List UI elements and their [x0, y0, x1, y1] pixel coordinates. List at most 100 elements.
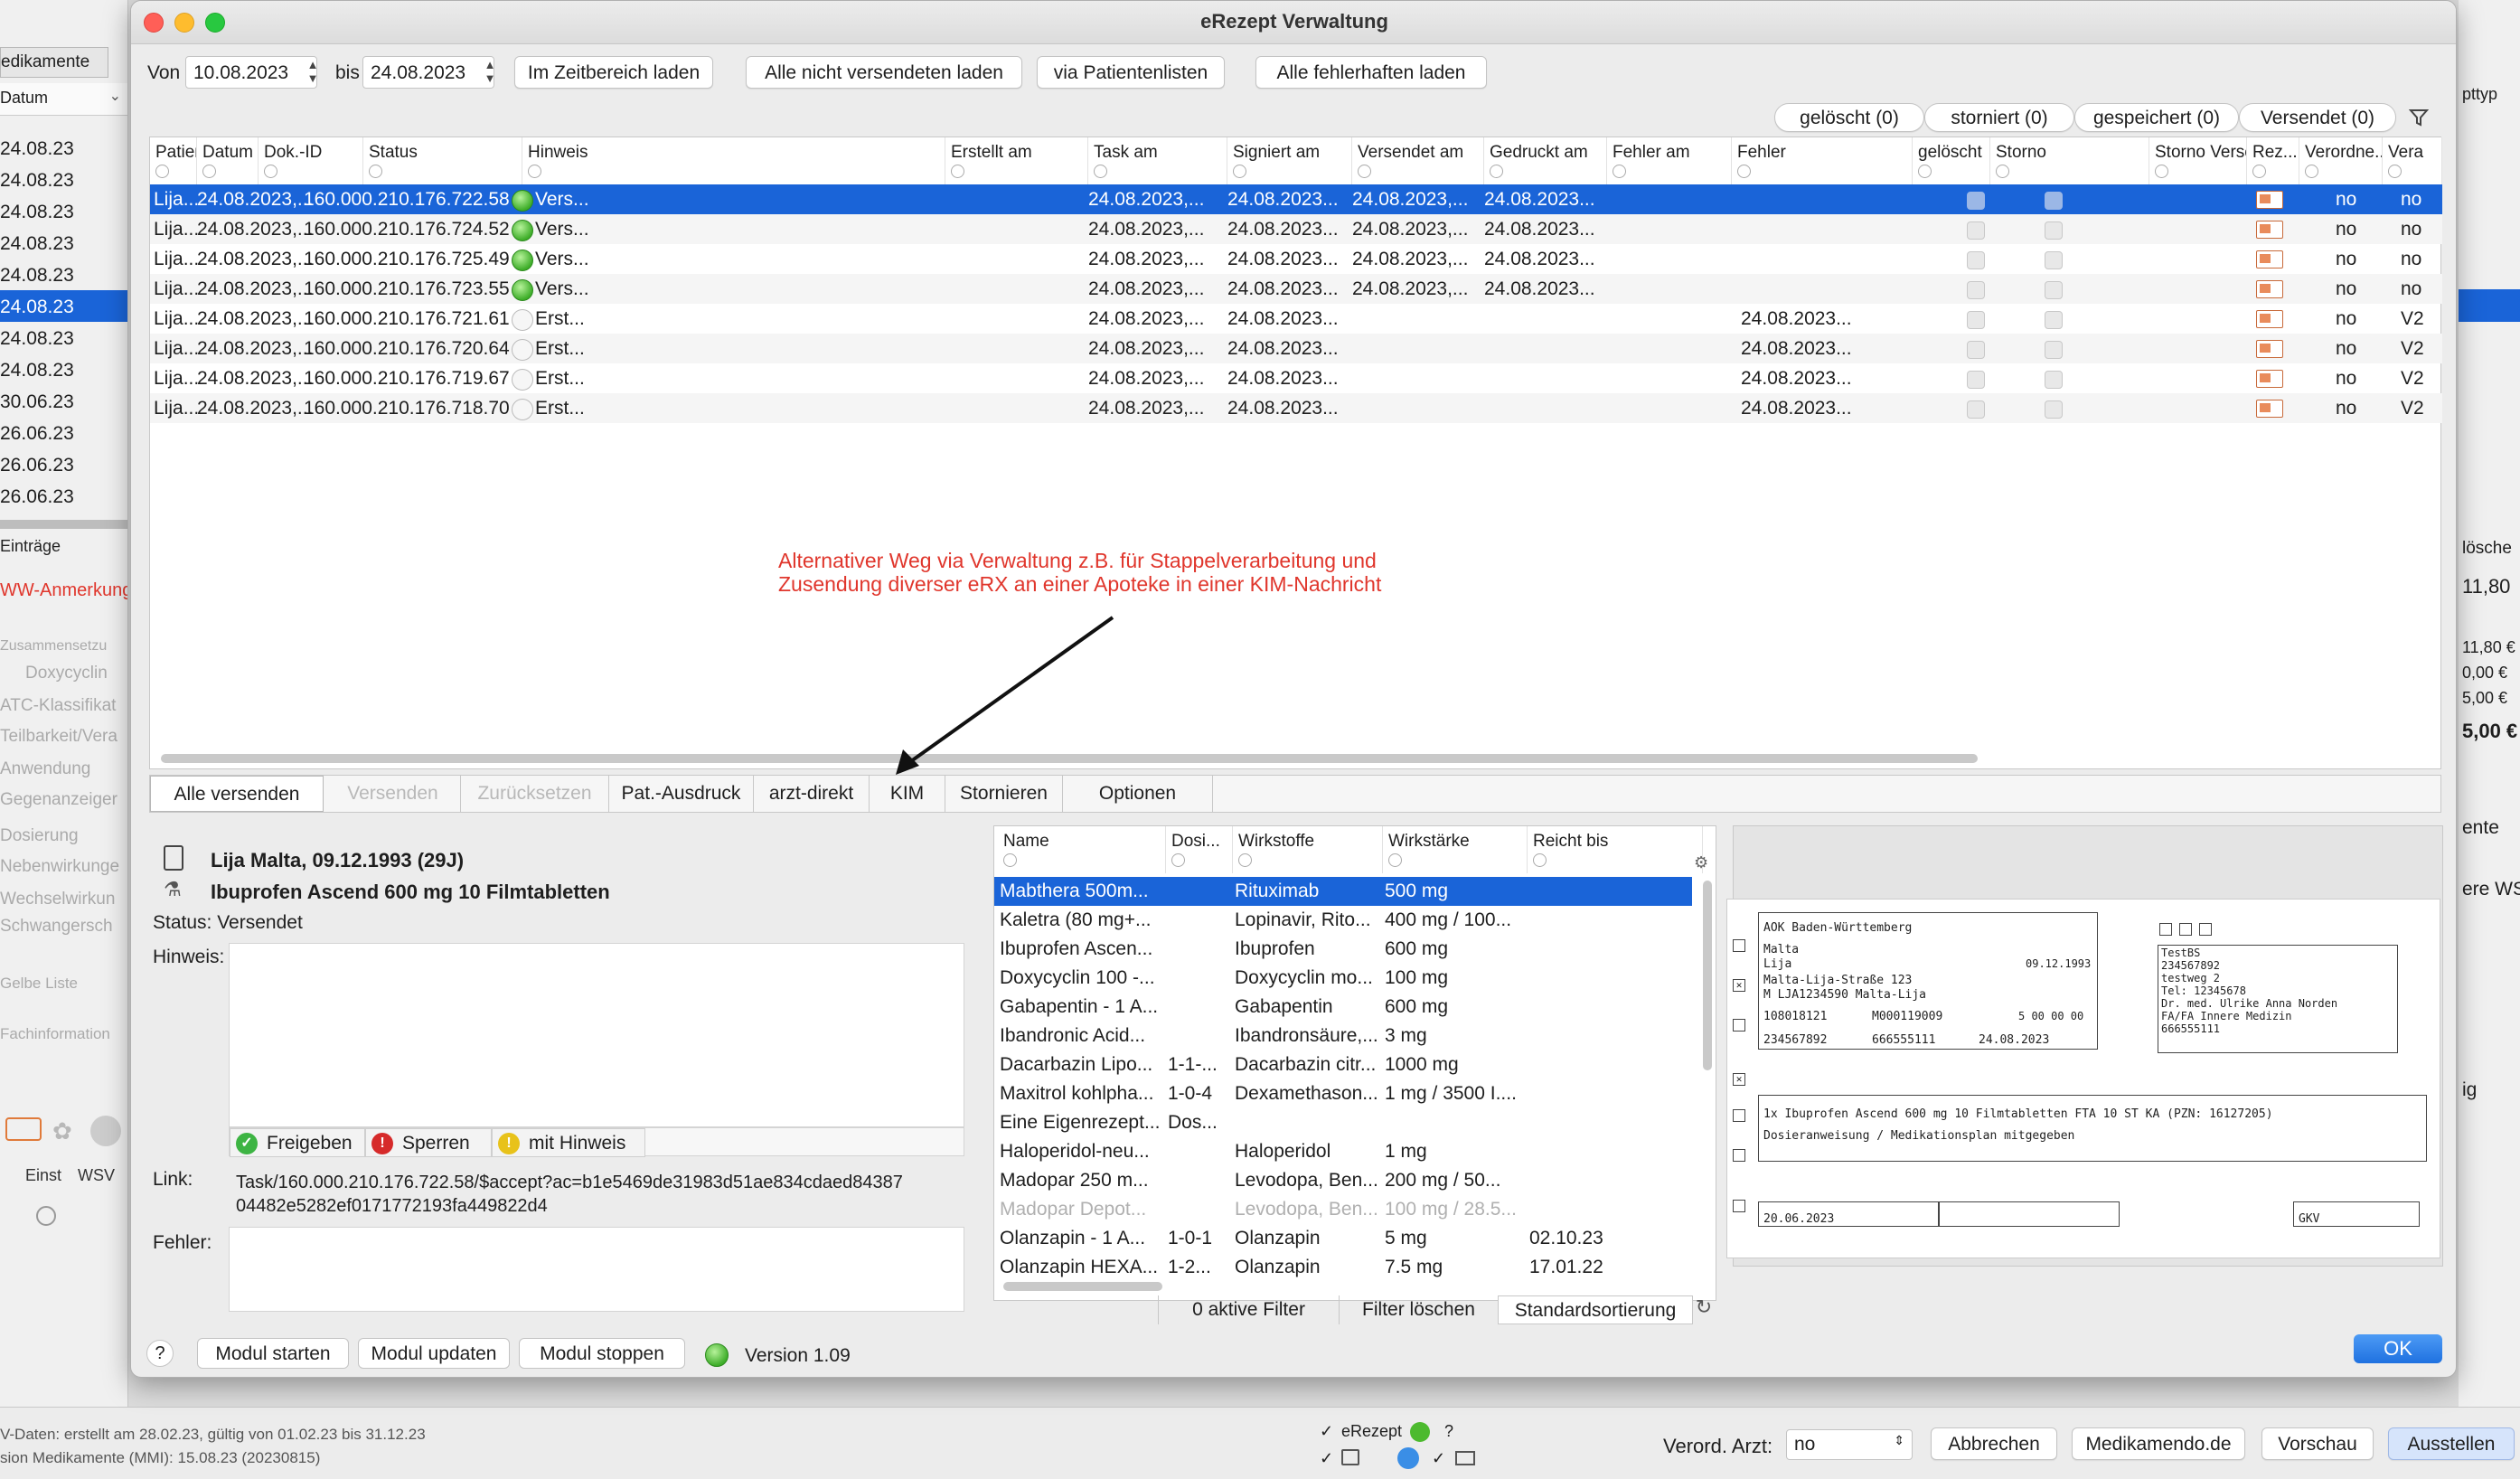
refresh-icon[interactable]: ↻ — [1691, 1295, 1716, 1324]
med-column-header[interactable]: Wirkstoffe — [1233, 826, 1383, 873]
row-checkbox[interactable] — [1967, 400, 1985, 419]
filter-cancelled-chip[interactable]: storniert (0) — [1924, 103, 2074, 132]
cancel-prescription-button[interactable]: Stornieren — [945, 776, 1063, 812]
link-line-1[interactable]: Task/160.000.210.176.722.58/$accept?ac=b… — [236, 1173, 903, 1193]
date-item[interactable]: 24.08.23 — [0, 322, 127, 353]
table-row[interactable]: Lija... 24.08.2023,... 160.000.210.176.719… — [150, 363, 2442, 393]
column-header[interactable]: Erstellt am — [945, 137, 1088, 184]
hinweis-textarea[interactable] — [229, 943, 964, 1127]
table-row[interactable]: Lija... 24.08.2023,... 160.000.210.176.723… — [150, 274, 2442, 304]
column-filter-icon[interactable] — [528, 165, 541, 178]
ausstellen-button[interactable]: Ausstellen — [2388, 1427, 2515, 1460]
row-checkbox[interactable] — [2045, 400, 2063, 419]
column-header[interactable]: Signiert am — [1227, 137, 1352, 184]
med-row[interactable]: Dacarbazin Lipo... 1-1-... Dacarbazin citr… — [994, 1050, 1692, 1079]
link-line-2[interactable]: 04482e5282ef0171772193fa449822d4 — [236, 1196, 548, 1217]
med-row[interactable]: Ibandronic Acid... Ibandronsäure,... 3 mg — [994, 1022, 1692, 1050]
module-update-button[interactable]: Modul updaten — [358, 1338, 510, 1369]
column-filter-icon[interactable] — [1613, 165, 1626, 178]
column-filter-icon[interactable] — [1737, 165, 1751, 178]
send-button[interactable]: Versenden — [325, 776, 461, 812]
column-filter-icon[interactable] — [264, 165, 277, 178]
help-button[interactable]: ? — [146, 1340, 174, 1367]
med-row[interactable]: Olanzapin - 1 A... 1-0-1 Olanzapin 5 mg 02.1… — [994, 1224, 1692, 1253]
to-date-stepper[interactable]: ▲ ▼ — [482, 56, 498, 89]
med-column-header[interactable]: Dosi... — [1166, 826, 1233, 873]
row-checkbox[interactable] — [1967, 251, 1985, 269]
ww-anmerkung-label[interactable]: WW-Anmerkung — [0, 580, 127, 601]
med-column-header[interactable]: Reicht bis — [1528, 826, 1703, 873]
column-filter-icon[interactable] — [1238, 853, 1252, 867]
medication-horizontal-scrollbar[interactable] — [1003, 1282, 1162, 1291]
date-item[interactable]: 30.06.23 — [0, 385, 127, 417]
med-column-header[interactable]: Wirkstärke — [1383, 826, 1528, 873]
row-checkbox[interactable] — [2045, 341, 2063, 359]
minus-circle-icon[interactable] — [36, 1206, 56, 1226]
edit-icon[interactable] — [5, 1117, 42, 1141]
column-filter-icon[interactable] — [1388, 853, 1402, 867]
med-row[interactable]: Maxitrol kohlpha... 1-0-4 Dexamethason... 1… — [994, 1079, 1692, 1108]
column-header[interactable]: Vera — [2383, 137, 2442, 184]
prescription-icon[interactable] — [2256, 400, 2283, 418]
patient-print-button[interactable]: Pat.-Ausdruck — [609, 776, 754, 812]
med-row[interactable]: Kaletra (80 mg+... Lopinavir, Rito... 400 … — [994, 906, 1692, 935]
row-checkbox[interactable] — [1967, 192, 1985, 210]
globe-icon[interactable] — [90, 1116, 121, 1146]
prescription-icon[interactable] — [2256, 370, 2283, 388]
vorschau-button[interactable]: Vorschau — [2261, 1427, 2374, 1460]
from-date-stepper[interactable]: ▲ ▼ — [305, 56, 321, 89]
date-item[interactable]: 26.06.23 — [0, 417, 127, 448]
column-header[interactable]: Hinweis — [522, 137, 945, 184]
date-item[interactable]: 24.08.23 — [0, 195, 127, 227]
filter-saved-chip[interactable]: gespeichert (0) — [2074, 103, 2239, 132]
column-filter-icon[interactable] — [1490, 165, 1503, 178]
column-filter-icon[interactable] — [369, 165, 382, 178]
med-row-selected[interactable]: Mabthera 500m... Rituximab 500 mg — [994, 877, 1692, 906]
column-filter-icon[interactable] — [2305, 165, 2318, 178]
column-header[interactable]: gelöscht — [1913, 137, 1990, 184]
module-start-button[interactable]: Modul starten — [197, 1338, 349, 1369]
wsv-tab[interactable]: WSV — [78, 1166, 127, 1185]
default-sort-button[interactable]: Standardsortierung — [1498, 1295, 1693, 1324]
med-column-header[interactable]: Name — [998, 826, 1166, 873]
column-filter-icon[interactable] — [1171, 853, 1185, 867]
med-row[interactable]: Eine Eigenrezept... Dos... — [994, 1108, 1692, 1137]
prescription-icon[interactable] — [2256, 250, 2283, 268]
table-row[interactable]: Lija... 24.08.2023,... 160.000.210.176.724… — [150, 214, 2442, 244]
column-header[interactable]: Fehler — [1732, 137, 1913, 184]
med-row[interactable]: Madopar 250 m... Levodopa, Ben... 200 mg /… — [994, 1166, 1692, 1195]
medikamendo-button[interactable]: Medikamendo.de — [2072, 1427, 2245, 1460]
column-filter-icon[interactable] — [1996, 165, 2009, 178]
table-row[interactable]: Lija... 24.08.2023,... 160.000.210.176.725… — [150, 244, 2442, 274]
column-header[interactable]: Task am — [1088, 137, 1227, 184]
column-header[interactable]: Gedruckt am — [1484, 137, 1607, 184]
abbrechen-button[interactable]: Abbrechen — [1931, 1427, 2057, 1460]
options-button[interactable]: Optionen — [1063, 776, 1213, 812]
table-row[interactable]: Lija... 24.08.2023,... 160.000.210.176.720… — [150, 334, 2442, 363]
date-item[interactable]: 26.06.23 — [0, 448, 127, 480]
load-errors-button[interactable]: Alle fehlerhaften laden — [1255, 56, 1487, 89]
row-checkbox[interactable] — [2045, 371, 2063, 389]
med-row[interactable]: Gabapentin - 1 A... Gabapentin 600 mg — [994, 993, 1692, 1022]
reset-button[interactable]: Zurücksetzen — [461, 776, 609, 812]
mit-hinweis-button[interactable]: ! mit Hinweis — [492, 1128, 645, 1157]
prescription-icon[interactable] — [2256, 191, 2283, 209]
date-item[interactable]: 24.08.23 — [0, 164, 127, 195]
freigeben-button[interactable]: ✓ Freigeben — [230, 1128, 365, 1157]
verord-arzt-select[interactable]: no ⇕ — [1786, 1429, 1913, 1460]
column-header[interactable]: Rez... — [2247, 137, 2299, 184]
to-date-input[interactable]: 24.08.2023 — [362, 56, 494, 89]
column-filter-icon[interactable] — [155, 165, 169, 178]
date-item[interactable]: 24.08.23 — [0, 259, 127, 290]
date-item[interactable]: 26.06.23 — [0, 480, 127, 512]
column-filter-icon[interactable] — [2252, 165, 2266, 178]
date-column-header[interactable]: Datum ⌄ — [0, 83, 127, 116]
column-header[interactable]: Fehler am — [1607, 137, 1732, 184]
row-checkbox[interactable] — [2045, 192, 2063, 210]
filter-icon[interactable] — [2409, 108, 2429, 127]
date-item[interactable]: 24.08.23 — [0, 227, 127, 259]
date-item-selected[interactable]: 24.08.23 — [0, 290, 127, 322]
column-header[interactable]: Status — [363, 137, 522, 184]
arzt-direkt-button[interactable]: arzt-direkt — [754, 776, 870, 812]
sperren-button[interactable]: ! Sperren — [365, 1128, 492, 1157]
